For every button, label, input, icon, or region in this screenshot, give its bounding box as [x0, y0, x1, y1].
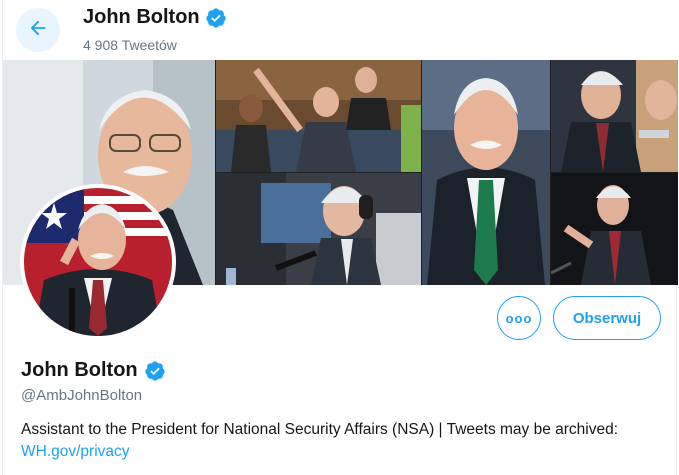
- verified-badge-icon: [144, 360, 166, 382]
- arrow-left-icon: [27, 17, 49, 44]
- banner-photo-broadcast: [216, 173, 421, 285]
- banner-photo-podium: [551, 173, 678, 285]
- bio-text: Assistant to the President for National …: [21, 421, 619, 438]
- tweet-count: 4 908 Tweetów: [83, 37, 177, 53]
- profile-page: John Bolton 4 908 Tweetów ooo Obserwuj J…: [2, 0, 678, 475]
- banner-photo-hearing: [216, 60, 421, 172]
- profile-bio: Assistant to the President for National …: [21, 419, 661, 463]
- back-button[interactable]: [16, 8, 60, 52]
- header-name-text: John Bolton: [83, 6, 200, 28]
- banner-photo-conference: [551, 60, 678, 172]
- profile-name: John Bolton: [21, 359, 166, 382]
- bio-link[interactable]: WH.gov/privacy: [21, 443, 130, 460]
- profile-header: John Bolton 4 908 Tweetów: [3, 0, 678, 60]
- ellipsis-icon: ooo: [505, 310, 533, 326]
- header-title: John Bolton: [83, 6, 227, 29]
- profile-avatar[interactable]: [20, 184, 176, 340]
- verified-badge-icon: [205, 7, 227, 29]
- profile-handle: @AmbJohnBolton: [21, 387, 143, 404]
- more-options-button[interactable]: ooo: [497, 296, 541, 340]
- profile-name-text: John Bolton: [21, 359, 138, 381]
- banner-photo-green-tie: [422, 60, 550, 285]
- follow-button[interactable]: Obserwuj: [553, 296, 661, 340]
